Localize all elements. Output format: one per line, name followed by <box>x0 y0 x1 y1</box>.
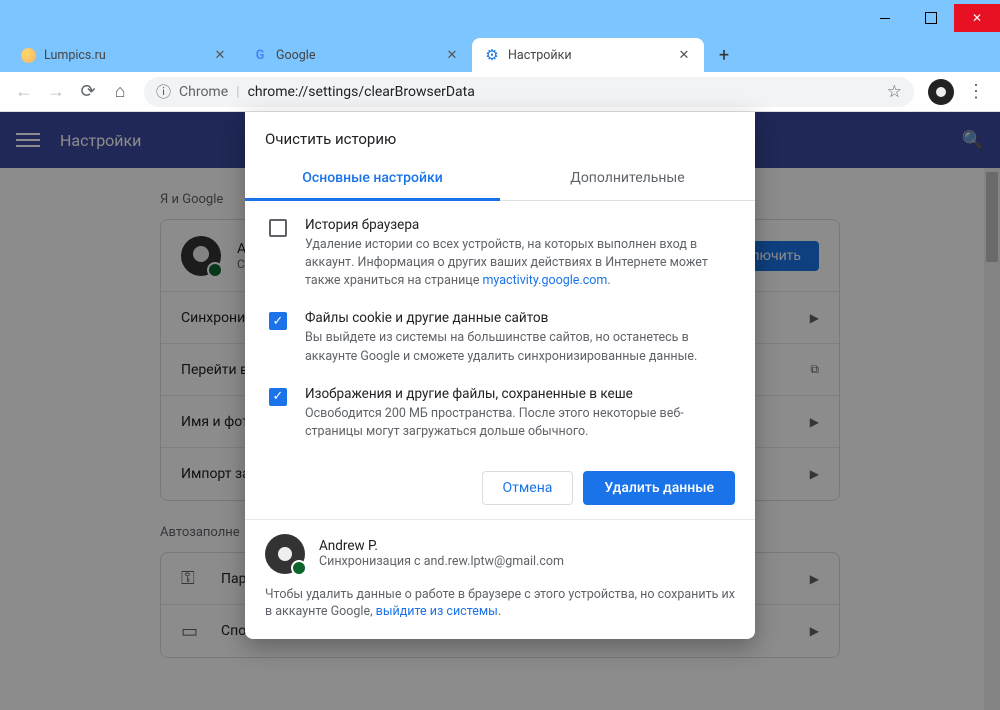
window-minimize-button[interactable] <box>862 4 908 32</box>
new-tab-button[interactable]: + <box>710 41 738 69</box>
settings-page: Настройки 🔍 Я и Google A С лючить Синхро… <box>0 112 1000 710</box>
option-desc: Удаление истории со всех устройств, на к… <box>305 236 735 290</box>
tab-strip: Lumpics.ru ✕ G Google ✕ ⚙ Настройки ✕ + <box>0 36 1000 72</box>
cookies-checkbox[interactable]: ✓ <box>269 312 287 330</box>
home-button[interactable]: ⌂ <box>104 76 136 108</box>
address-bar[interactable]: ⓘ Chrome | chrome://settings/clearBrowse… <box>144 77 914 107</box>
sync-badge-icon <box>291 560 307 576</box>
window-maximize-button[interactable] <box>908 4 954 32</box>
cookies-option: ✓ Файлы cookie и другие данные сайтов Вы… <box>265 300 739 375</box>
url-scheme-label: Chrome <box>179 84 228 100</box>
myactivity-link[interactable]: myactivity.google.com <box>482 273 607 288</box>
tab-basic[interactable]: Основные настройки <box>245 158 500 201</box>
footer-profile-name: Andrew P. <box>319 538 564 554</box>
cancel-button[interactable]: Отмена <box>482 471 574 505</box>
footer-sync-text: Синхронизация с and.rew.lptw@gmail.com <box>319 554 564 569</box>
dialog-tabs: Основные настройки Дополнительные <box>245 158 755 201</box>
browser-menu-button[interactable]: ⋮ <box>960 76 992 108</box>
reload-button[interactable]: ⟳ <box>72 76 104 108</box>
tab-title: Настройки <box>508 48 676 63</box>
tab-settings[interactable]: ⚙ Настройки ✕ <box>472 38 704 72</box>
dialog-title: Очистить историю <box>245 112 755 158</box>
modal-overlay: Очистить историю Основные настройки Допо… <box>0 112 1000 710</box>
back-button[interactable]: ← <box>8 76 40 108</box>
profile-avatar-button[interactable] <box>928 79 954 105</box>
site-info-icon[interactable]: ⓘ <box>156 81 171 102</box>
option-title: Изображения и другие файлы, сохраненные … <box>305 386 735 402</box>
history-checkbox[interactable] <box>269 219 287 237</box>
tab-title: Google <box>276 48 444 63</box>
tab-close-icon[interactable]: ✕ <box>444 47 460 63</box>
sign-out-link[interactable]: выйдите из системы <box>376 604 498 619</box>
clear-data-dialog: Очистить историю Основные настройки Допо… <box>245 112 755 639</box>
browser-toolbar: ← → ⟳ ⌂ ⓘ Chrome | chrome://settings/cle… <box>0 72 1000 112</box>
option-desc: Вы выйдете из системы на большинстве сай… <box>305 329 735 365</box>
history-option: История браузера Удаление истории со все… <box>265 207 739 300</box>
tab-close-icon[interactable]: ✕ <box>676 47 692 63</box>
clear-data-button[interactable]: Удалить данные <box>583 471 735 505</box>
bookmark-star-icon[interactable]: ☆ <box>887 82 902 102</box>
tab-close-icon[interactable]: ✕ <box>212 47 228 63</box>
forward-button[interactable]: → <box>40 76 72 108</box>
cache-option: ✓ Изображения и другие файлы, сохраненны… <box>265 376 739 451</box>
tab-advanced[interactable]: Дополнительные <box>500 158 755 200</box>
google-favicon-icon: G <box>252 47 268 63</box>
window-close-button[interactable] <box>954 4 1000 32</box>
option-title: История браузера <box>305 217 735 233</box>
avatar <box>265 534 305 574</box>
tab-title: Lumpics.ru <box>44 48 212 63</box>
settings-favicon-icon: ⚙ <box>484 47 500 63</box>
window-titlebar <box>0 0 1000 36</box>
dialog-actions: Отмена Удалить данные <box>245 457 755 519</box>
option-desc: Освободится 200 МБ пространства. После э… <box>305 405 735 441</box>
footer-profile: Andrew P. Синхронизация с and.rew.lptw@g… <box>265 534 735 574</box>
option-title: Файлы cookie и другие данные сайтов <box>305 310 735 326</box>
dialog-footer: Andrew P. Синхронизация с and.rew.lptw@g… <box>245 519 755 639</box>
footer-note: Чтобы удалить данные о работе в браузере… <box>265 586 735 621</box>
lumpics-favicon-icon <box>20 47 36 63</box>
tab-lumpics[interactable]: Lumpics.ru ✕ <box>8 38 240 72</box>
cache-checkbox[interactable]: ✓ <box>269 388 287 406</box>
url-text: chrome://settings/clearBrowserData <box>248 84 475 100</box>
tab-google[interactable]: G Google ✕ <box>240 38 472 72</box>
dialog-body: История браузера Удаление истории со все… <box>245 201 755 457</box>
